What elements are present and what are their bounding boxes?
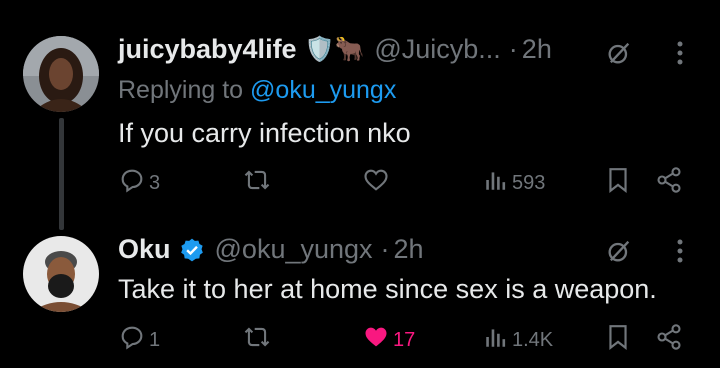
verified-badge-icon <box>179 237 205 263</box>
reply-button[interactable]: 3 <box>118 168 160 198</box>
replying-to: Replying to @oku_yungx <box>118 76 396 105</box>
timestamp[interactable]: 2h <box>522 34 552 65</box>
display-name[interactable]: juicybaby4life <box>118 34 297 65</box>
bookmark-button[interactable] <box>605 168 631 198</box>
display-name[interactable]: Oku <box>118 234 171 265</box>
share-button[interactable] <box>655 166 683 200</box>
avatar[interactable] <box>23 236 99 312</box>
tweet-header: juicybaby4life 🛡️🐂 @Juicyb... · 2h <box>118 34 552 65</box>
share-icon <box>655 166 683 200</box>
like-button[interactable]: 17 <box>362 325 415 355</box>
action-bar: 3 593 <box>0 166 720 200</box>
separator-dot: · <box>380 234 390 264</box>
share-button[interactable] <box>655 323 683 357</box>
views-count: 593 <box>512 171 546 194</box>
tweet-2[interactable]: Oku @oku_yungx · 2h Take it to her at ho… <box>0 210 720 368</box>
separator-dot: · <box>508 34 518 64</box>
replying-to-mention[interactable]: @oku_yungx <box>250 76 396 104</box>
retweet-icon <box>242 323 272 357</box>
grok-icon[interactable] <box>602 38 636 68</box>
reply-count: 1 <box>149 328 161 351</box>
reply-count: 3 <box>149 171 161 194</box>
more-icon[interactable] <box>668 38 692 68</box>
retweet-button[interactable] <box>242 168 275 198</box>
like-button[interactable] <box>362 168 393 198</box>
affiliation-emoji-badges: 🛡️🐂 <box>304 36 365 63</box>
tweet-text: Take it to her at home since sex is a we… <box>118 274 657 304</box>
tweet-header: Oku @oku_yungx · 2h <box>118 234 424 265</box>
views-icon <box>483 167 509 199</box>
views-count: 1.4K <box>512 328 554 351</box>
replying-prefix: Replying to <box>118 76 244 104</box>
share-icon <box>655 323 683 357</box>
reply-button[interactable]: 1 <box>118 325 160 355</box>
bookmark-icon <box>605 323 631 357</box>
retweet-icon <box>242 166 272 200</box>
like-count: 17 <box>393 328 416 351</box>
tweet-1[interactable]: juicybaby4life 🛡️🐂 @Juicyb... · 2h Reply… <box>0 0 720 230</box>
like-icon <box>362 323 390 357</box>
bookmark-icon <box>605 166 631 200</box>
grok-icon[interactable] <box>602 236 636 266</box>
retweet-button[interactable] <box>242 325 275 355</box>
views-button[interactable]: 593 <box>483 168 545 198</box>
reply-icon <box>118 323 146 357</box>
timestamp[interactable]: 2h <box>394 234 424 265</box>
action-bar: 1 17 1.4K <box>0 323 720 357</box>
avatar[interactable] <box>23 36 99 112</box>
more-icon[interactable] <box>668 236 692 266</box>
reply-icon <box>118 166 146 200</box>
like-icon <box>362 166 390 200</box>
views-icon <box>483 324 509 356</box>
username-handle[interactable]: @oku_yungx <box>215 234 373 265</box>
bookmark-button[interactable] <box>605 325 631 355</box>
username-handle[interactable]: @Juicyb... <box>374 34 500 65</box>
views-button[interactable]: 1.4K <box>483 325 553 355</box>
tweet-text: If you carry infection nko <box>118 118 411 148</box>
